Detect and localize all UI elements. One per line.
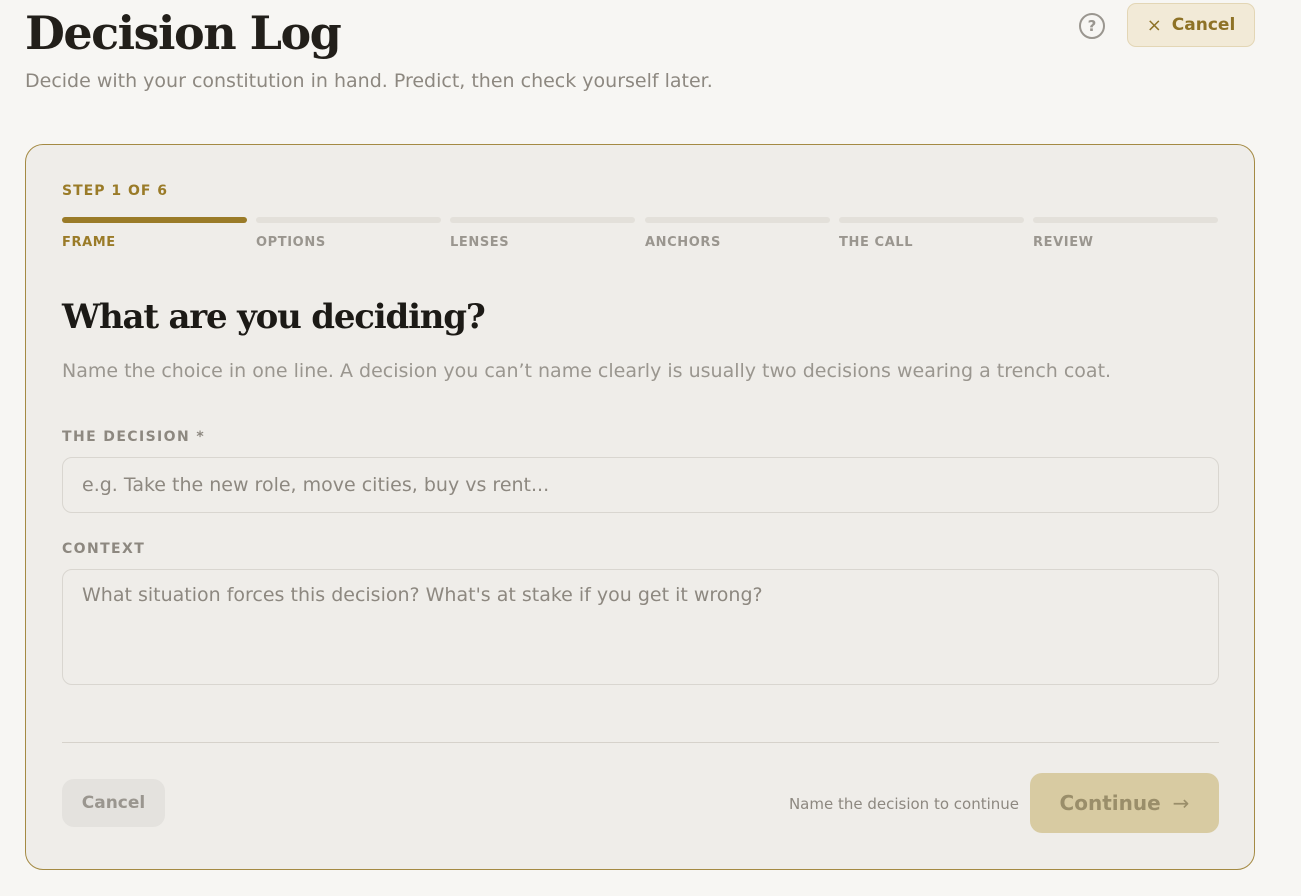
close-icon: × xyxy=(1146,14,1162,36)
help-icon[interactable]: ? xyxy=(1079,13,1105,39)
step-the-call: THE CALL xyxy=(839,217,1024,250)
continue-label: Continue xyxy=(1059,791,1161,815)
arrow-right-icon: → xyxy=(1172,791,1190,815)
decision-input[interactable] xyxy=(62,457,1219,513)
step-counter: STEP 1 OF 6 xyxy=(62,183,169,199)
context-textarea[interactable] xyxy=(62,569,1219,685)
step-lenses: LENSES xyxy=(450,217,635,250)
step-frame: FRAME xyxy=(62,217,247,250)
step-name: OPTIONS xyxy=(256,235,326,250)
decision-log-page: Decision Log Decide with your constituti… xyxy=(0,0,1301,896)
step-bar xyxy=(1033,217,1218,223)
step-question: What are you deciding? xyxy=(62,297,486,337)
wizard-card: STEP 1 OF 6 FRAME OPTIONS LENSES ANCHORS… xyxy=(25,144,1255,870)
cancel-button[interactable]: Cancel xyxy=(62,779,165,827)
step-options: OPTIONS xyxy=(256,217,441,250)
context-field-label: CONTEXT xyxy=(62,541,146,557)
decision-field-label: THE DECISION * xyxy=(62,429,206,445)
step-review: REVIEW xyxy=(1033,217,1218,250)
step-bar xyxy=(62,217,247,223)
step-bar xyxy=(256,217,441,223)
header-cancel-label: Cancel xyxy=(1171,15,1236,35)
step-bar xyxy=(839,217,1024,223)
page-subtitle: Decide with your constitution in hand. P… xyxy=(25,70,713,92)
step-anchors: ANCHORS xyxy=(645,217,830,250)
step-name: LENSES xyxy=(450,235,510,250)
step-progress: FRAME OPTIONS LENSES ANCHORS THE CALL RE… xyxy=(62,217,1219,257)
step-name: THE CALL xyxy=(839,235,914,250)
header-cancel-button[interactable]: × Cancel xyxy=(1127,3,1255,47)
page-title: Decision Log xyxy=(25,6,342,60)
continue-hint: Name the decision to continue xyxy=(788,795,1019,813)
step-bar xyxy=(450,217,635,223)
divider xyxy=(62,742,1219,743)
step-description: Name the choice in one line. A decision … xyxy=(62,360,1112,382)
step-name: FRAME xyxy=(62,235,116,250)
step-name: REVIEW xyxy=(1033,235,1094,250)
step-name: ANCHORS xyxy=(645,235,721,250)
continue-button[interactable]: Continue → xyxy=(1030,773,1219,833)
step-bar xyxy=(645,217,830,223)
